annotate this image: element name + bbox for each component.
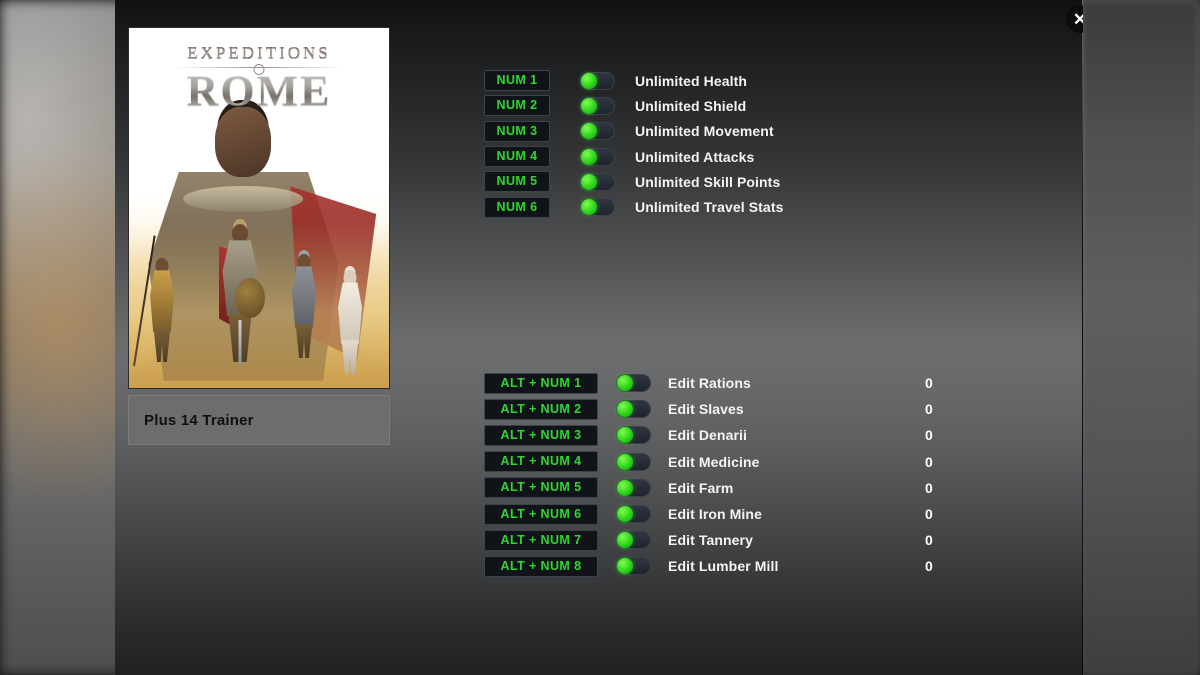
- hotkey-button[interactable]: NUM 5: [484, 171, 550, 193]
- close-button[interactable]: ✕: [1066, 5, 1083, 33]
- cheat-row: NUM 1 Unlimited Health: [484, 68, 783, 93]
- cheat-toggle[interactable]: [616, 557, 651, 576]
- toggle-knob-icon: [617, 427, 633, 444]
- cheat-label: Unlimited Movement: [635, 123, 774, 140]
- toggle-knob-icon: [617, 506, 633, 523]
- cheat-value[interactable]: 0: [925, 506, 933, 522]
- cover-logo-top: EXPEDITIONS: [187, 44, 331, 63]
- hotkey-button[interactable]: NUM 1: [484, 70, 550, 92]
- cheat-label: Edit Lumber Mill: [668, 558, 779, 575]
- hotkey-button[interactable]: ALT + NUM 2: [484, 398, 598, 420]
- cheat-row: ALT + NUM 4 Edit Medicine 0: [484, 449, 933, 475]
- cheat-value[interactable]: 0: [925, 532, 933, 548]
- hotkey-button[interactable]: ALT + NUM 3: [484, 424, 598, 446]
- cheat-label: Unlimited Attacks: [635, 148, 755, 165]
- hotkey-button[interactable]: NUM 3: [484, 120, 550, 142]
- cheat-value[interactable]: 0: [925, 401, 933, 417]
- cheat-label: Edit Farm: [668, 479, 734, 496]
- cheat-row: NUM 3 Unlimited Movement: [484, 119, 783, 144]
- cheat-label: Edit Denarii: [668, 427, 747, 444]
- cheat-value[interactable]: 0: [925, 427, 933, 443]
- cover-hero-archer: [287, 254, 321, 366]
- hotkey-button[interactable]: ALT + NUM 6: [484, 503, 598, 525]
- close-icon: ✕: [1072, 9, 1083, 29]
- cheat-toggle[interactable]: [580, 71, 615, 90]
- hotkey-button[interactable]: ALT + NUM 8: [484, 555, 598, 577]
- toggle-knob-icon: [617, 558, 633, 575]
- cheat-toggle[interactable]: [616, 374, 651, 393]
- cover-logo-main: ROME: [129, 68, 389, 112]
- toggle-knob-icon: [581, 148, 597, 165]
- toggle-knob-icon: [617, 479, 633, 496]
- cheat-label: Unlimited Skill Points: [635, 173, 781, 190]
- game-cover-card: EXPEDITIONS ROME Plus 14 Trainer: [128, 27, 390, 445]
- hotkey-button[interactable]: NUM 6: [484, 196, 550, 218]
- cheat-label: Unlimited Travel Stats: [635, 199, 784, 216]
- trainer-title: Plus 14 Trainer: [144, 411, 254, 429]
- toggle-knob-icon: [581, 173, 597, 190]
- game-cover-art: EXPEDITIONS ROME: [128, 27, 390, 389]
- cheat-row: ALT + NUM 7 Edit Tannery 0: [484, 527, 933, 553]
- cheat-row: ALT + NUM 8 Edit Lumber Mill 0: [484, 553, 933, 579]
- hotkey-button[interactable]: ALT + NUM 4: [484, 451, 598, 473]
- toggle-knob-icon: [617, 532, 633, 549]
- cheat-toggle[interactable]: [616, 452, 651, 471]
- cheat-row: ALT + NUM 1 Edit Rations 0: [484, 370, 933, 396]
- cheat-label: Unlimited Health: [635, 72, 748, 89]
- cheat-label: Edit Slaves: [668, 401, 744, 418]
- cheat-row: ALT + NUM 6 Edit Iron Mine 0: [484, 501, 933, 527]
- cheat-toggle[interactable]: [616, 505, 651, 524]
- cheat-toggle[interactable]: [580, 198, 615, 217]
- cheat-toggle[interactable]: [580, 172, 615, 191]
- cheat-row: NUM 6 Unlimited Travel Stats: [484, 194, 783, 219]
- cheat-toggle[interactable]: [580, 147, 615, 166]
- cheat-row: NUM 2 Unlimited Shield: [484, 93, 783, 118]
- cheat-toggle[interactable]: [616, 531, 651, 550]
- cheat-row: ALT + NUM 5 Edit Farm 0: [484, 475, 933, 501]
- cheat-toggle[interactable]: [616, 426, 651, 445]
- cover-logo-emblem-icon: [253, 64, 265, 75]
- hotkey-button[interactable]: ALT + NUM 7: [484, 529, 598, 551]
- toggle-knob-icon: [581, 123, 597, 140]
- cheat-value[interactable]: 0: [925, 480, 933, 496]
- hotkey-button[interactable]: NUM 4: [484, 146, 550, 168]
- cover-logo: EXPEDITIONS ROME: [129, 44, 389, 113]
- cheat-label: Edit Iron Mine: [668, 506, 762, 523]
- cover-giant-head: [215, 107, 272, 178]
- cover-hero-legionary: [217, 224, 265, 367]
- cheat-label: Edit Medicine: [668, 453, 760, 470]
- hotkey-button[interactable]: ALT + NUM 1: [484, 372, 598, 394]
- cheat-toggle[interactable]: [580, 122, 615, 141]
- trainer-window: ✕ EXPEDITIONS ROME Plus 14 Trainer NUM 1…: [115, 0, 1083, 675]
- cheat-value[interactable]: 0: [925, 375, 933, 391]
- cover-hero-priestess: [335, 270, 365, 375]
- cheat-options-edit: ALT + NUM 1 Edit Rations 0 ALT + NUM 2 Edit …: [484, 370, 933, 580]
- toggle-knob-icon: [581, 72, 597, 89]
- cheat-row: NUM 4 Unlimited Attacks: [484, 144, 783, 169]
- cheat-label: Unlimited Shield: [635, 97, 747, 114]
- toggle-knob-icon: [617, 453, 633, 470]
- cheat-toggle[interactable]: [616, 400, 651, 419]
- desktop-backdrop-right: [1080, 0, 1200, 675]
- cover-hero-barbarian: [145, 258, 179, 366]
- cover-giant-armor: [183, 186, 304, 213]
- trainer-title-bar: Plus 14 Trainer: [128, 395, 390, 445]
- cheat-label: Edit Tannery: [668, 532, 753, 549]
- toggle-knob-icon: [617, 401, 633, 418]
- cheat-toggle[interactable]: [616, 478, 651, 497]
- cheat-row: NUM 5 Unlimited Skill Points: [484, 169, 783, 194]
- cheat-row: ALT + NUM 3 Edit Denarii 0: [484, 422, 933, 448]
- cheat-label: Edit Rations: [668, 375, 751, 392]
- cheat-row: ALT + NUM 2 Edit Slaves 0: [484, 396, 933, 422]
- toggle-knob-icon: [581, 97, 597, 114]
- hotkey-button[interactable]: ALT + NUM 5: [484, 477, 598, 499]
- cheat-options-main: NUM 1 Unlimited Health NUM 2 Unlimited Shie…: [484, 68, 783, 220]
- cheat-value[interactable]: 0: [925, 454, 933, 470]
- cheat-value[interactable]: 0: [925, 558, 933, 574]
- hotkey-button[interactable]: NUM 2: [484, 95, 550, 117]
- toggle-knob-icon: [617, 375, 633, 392]
- cheat-toggle[interactable]: [580, 96, 615, 115]
- toggle-knob-icon: [581, 199, 597, 216]
